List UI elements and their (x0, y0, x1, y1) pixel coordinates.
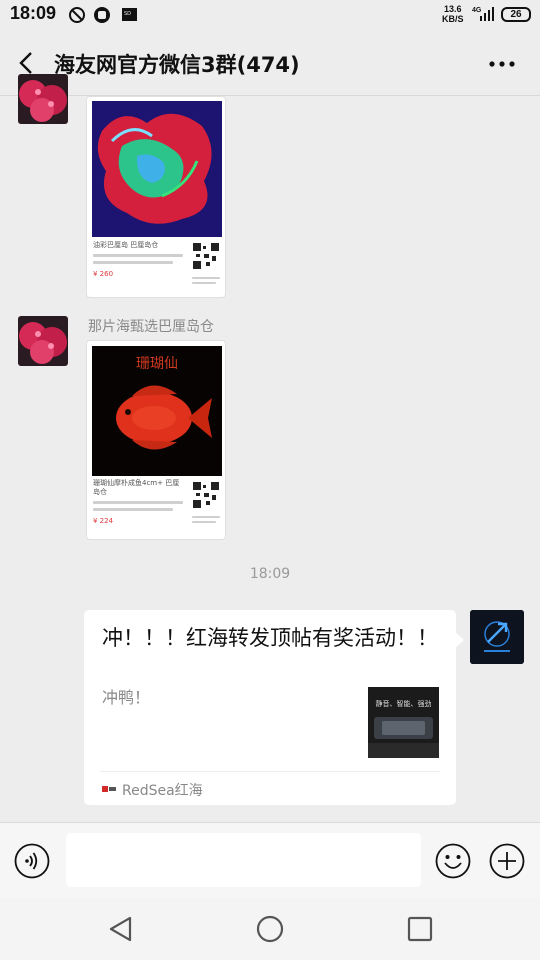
network-speed: 13.6 KB/S (442, 4, 464, 24)
coral-image (92, 101, 222, 237)
back-triangle-icon[interactable] (106, 914, 136, 944)
recents-square-icon[interactable] (405, 914, 435, 944)
message-input[interactable] (66, 833, 421, 887)
home-circle-icon[interactable] (255, 914, 285, 944)
sender-name: 那片海甄选巴厘岛仓 (88, 319, 214, 335)
card-price: ¥ 224 (93, 517, 114, 525)
input-bar (0, 822, 540, 898)
qr-code (192, 481, 220, 509)
message-timestamp: 18:09 (249, 566, 291, 582)
sender-avatar[interactable] (18, 74, 68, 124)
qr-code (192, 242, 220, 270)
image-card-2[interactable]: 珊瑚仙 珊瑚仙摩朴成鱼4cm+ 巴厘岛仓 ¥ 224 (86, 340, 226, 540)
signal-icon: 4G (472, 7, 494, 21)
shield-icon (94, 7, 110, 23)
link-card-message[interactable]: 冲！！！红海转发顶帖有奖活动！！ 冲鸭！ 静音、智能、强劲 RedSea红海 (84, 610, 464, 805)
status-bar: 18:09 SD 13.6 KB/S 4G 26 (0, 0, 540, 30)
status-time: 18:09 (10, 3, 57, 23)
chat-title: 海友网官方微信3群(474) (54, 53, 300, 77)
voice-icon[interactable] (14, 843, 50, 879)
link-divider (100, 771, 440, 772)
link-description: 冲鸭！ (102, 688, 151, 707)
network-type: 4G (472, 7, 482, 14)
my-avatar[interactable] (470, 610, 524, 664)
image-caption: 珊瑚仙 (136, 356, 178, 372)
card-title: 油彩巴厘岛 巴厘岛仓 (93, 241, 159, 249)
image-card-1[interactable]: 油彩巴厘岛 巴厘岛仓 ¥ 260 (86, 96, 226, 298)
card-price: ¥ 260 (93, 270, 114, 278)
emoji-icon[interactable] (435, 843, 471, 879)
card-title: 珊瑚仙摩朴成鱼4cm+ 巴厘岛仓 (93, 479, 180, 496)
more-dots-icon[interactable] (488, 60, 516, 68)
link-thumbnail: 静音、智能、强劲 (368, 687, 439, 758)
fish-image: 珊瑚仙 (92, 346, 222, 476)
redsea-logo-icon (102, 786, 116, 792)
chat-header: 海友网官方微信3群(474) (0, 30, 540, 96)
link-source: RedSea红海 (122, 783, 203, 799)
chevron-left-icon[interactable] (14, 50, 40, 76)
link-title: 冲！！！红海转发顶帖有奖活动！！ (102, 626, 438, 650)
plus-icon[interactable] (489, 843, 525, 879)
system-nav-bar (0, 898, 540, 960)
svg-text:SD: SD (124, 11, 131, 17)
sender-avatar[interactable] (18, 316, 68, 366)
sd-card-icon: SD (122, 8, 137, 21)
battery-indicator: 26 (501, 7, 531, 22)
alarm-off-icon (69, 7, 85, 23)
bubble-tail (455, 632, 464, 648)
